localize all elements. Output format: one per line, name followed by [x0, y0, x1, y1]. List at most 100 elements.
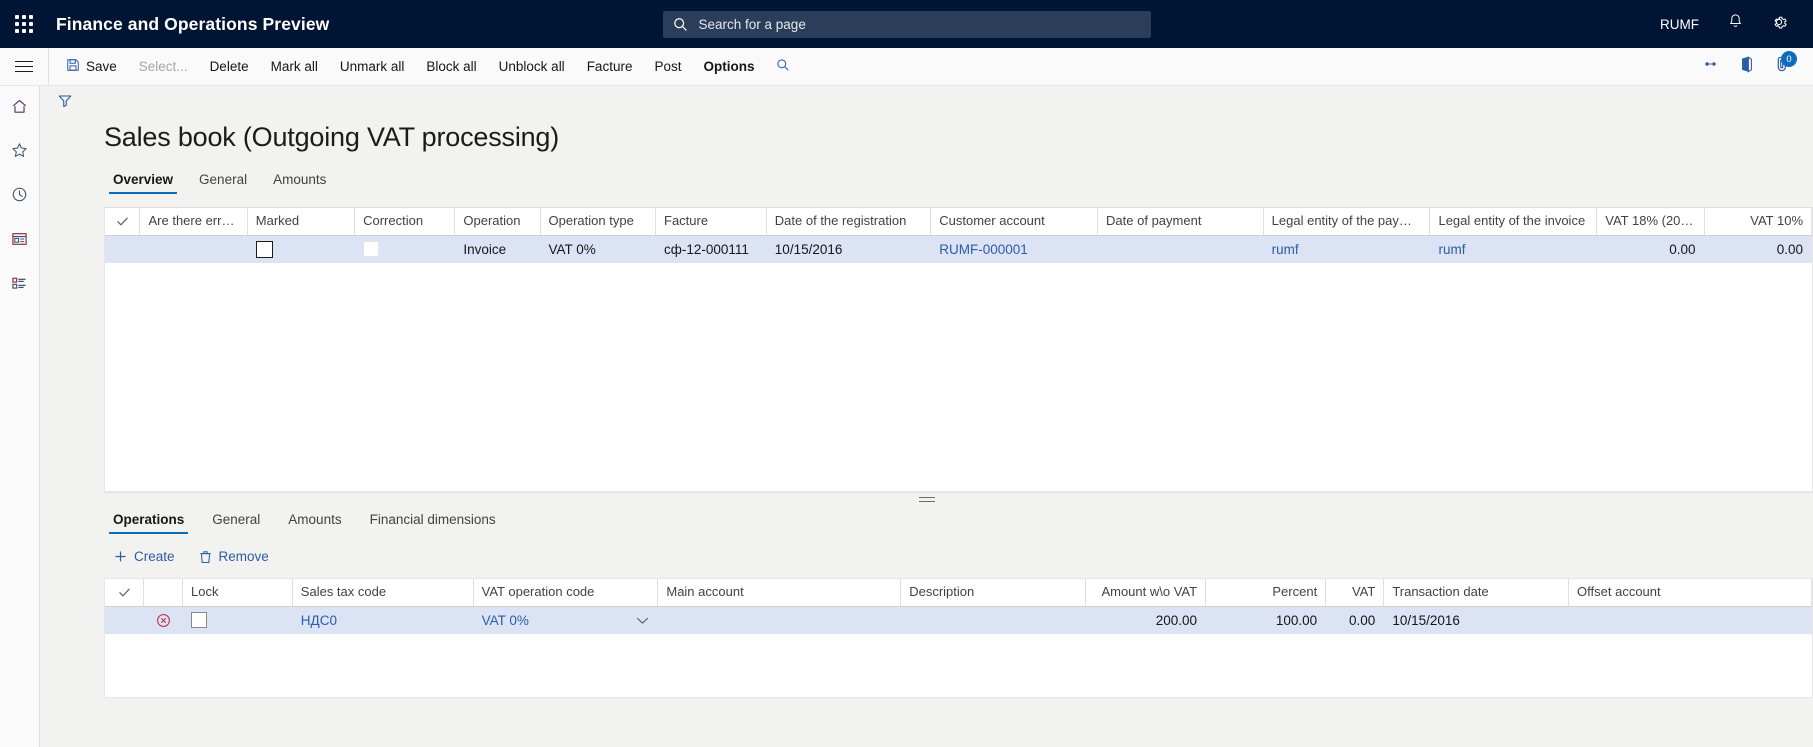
- cell-vat[interactable]: 0.00: [1325, 606, 1385, 634]
- cell-transaction-date[interactable]: 10/15/2016: [1383, 606, 1570, 634]
- cell-facture[interactable]: сф-12-000111: [655, 235, 767, 263]
- unblock-all-button[interactable]: Unblock all: [488, 48, 576, 85]
- column-header[interactable]: Percent: [1205, 579, 1327, 607]
- cell-vat-18[interactable]: 0.00: [1596, 235, 1705, 263]
- detail-tab-financial-dimensions[interactable]: Financial dimensions: [361, 508, 505, 534]
- action-pane-right-group: 0: [1693, 48, 1813, 85]
- splitter-handle-icon: [918, 496, 935, 502]
- chevron-down-icon[interactable]: [636, 613, 649, 628]
- filter-button[interactable]: [52, 90, 78, 116]
- column-header[interactable]: Description: [900, 579, 1086, 607]
- column-header[interactable]: VAT 10%: [1704, 208, 1812, 236]
- company-selector[interactable]: RUMF: [1648, 11, 1711, 38]
- toolbar-buttons: Save Select... Delete Mark all Unmark al…: [49, 48, 801, 85]
- checkbox[interactable]: [255, 240, 273, 258]
- error-circle-icon[interactable]: [152, 613, 174, 628]
- select-all-header[interactable]: [105, 208, 141, 236]
- cell-operation-type[interactable]: VAT 0%: [540, 235, 657, 263]
- column-header[interactable]: Lock: [182, 579, 293, 607]
- tab-amounts[interactable]: Amounts: [264, 168, 335, 194]
- tab-overview[interactable]: Overview: [104, 168, 182, 194]
- cell-sales-tax-code[interactable]: НДС0: [292, 606, 474, 634]
- cell-are-there-errors[interactable]: [139, 235, 248, 263]
- column-header[interactable]: Operation: [454, 208, 541, 236]
- column-header[interactable]: Legal entity of the payment: [1263, 208, 1431, 236]
- cell-date-of-payment[interactable]: [1097, 235, 1264, 263]
- block-all-button[interactable]: Block all: [415, 48, 487, 85]
- column-header[interactable]: Main account: [657, 579, 902, 607]
- cell-amount-wo-vat[interactable]: 200.00: [1085, 606, 1207, 634]
- office-app-icon: [1738, 55, 1755, 78]
- options-button[interactable]: Options: [692, 48, 765, 85]
- detail-tab-operations[interactable]: Operations: [104, 508, 193, 534]
- column-header[interactable]: Legal entity of the invoice: [1429, 208, 1598, 236]
- column-header[interactable]: Amount w\o VAT: [1085, 579, 1207, 607]
- column-header[interactable]: [143, 579, 183, 607]
- sidebar-item-favorites[interactable]: [5, 138, 35, 168]
- cell-operation[interactable]: Invoice: [454, 235, 541, 263]
- attachments-button[interactable]: 0: [1765, 48, 1799, 85]
- cell-description[interactable]: [900, 606, 1086, 634]
- sidebar-item-workspaces[interactable]: [5, 226, 35, 256]
- search-input[interactable]: [696, 15, 1141, 33]
- table-row[interactable]: Invoice VAT 0% сф-12-000111 10/15/2016 RUMF-…: [105, 235, 1812, 263]
- app-launcher-button[interactable]: [0, 0, 48, 48]
- remove-button[interactable]: Remove: [189, 545, 279, 568]
- share-button[interactable]: [1693, 48, 1727, 85]
- mark-all-button[interactable]: Mark all: [260, 48, 329, 85]
- delete-button[interactable]: Delete: [199, 48, 260, 85]
- post-button[interactable]: Post: [643, 48, 692, 85]
- cell-legal-entity-of-the-payment[interactable]: rumf: [1263, 235, 1431, 263]
- toolbar-search-button[interactable]: [765, 48, 801, 85]
- tab-general[interactable]: General: [190, 168, 256, 194]
- cell-marked[interactable]: [247, 235, 356, 263]
- global-search[interactable]: [662, 10, 1151, 38]
- column-header[interactable]: Are there errors?: [139, 208, 248, 236]
- app-title: Finance and Operations Preview: [56, 13, 330, 34]
- row-select-cell[interactable]: [105, 235, 141, 263]
- column-header[interactable]: VAT 18% (20%): [1596, 208, 1705, 236]
- column-header[interactable]: Marked: [247, 208, 356, 236]
- checkbox[interactable]: [363, 241, 380, 258]
- cell-percent[interactable]: 100.00: [1205, 606, 1327, 634]
- column-header[interactable]: Date of the registration: [766, 208, 932, 236]
- nav-menu-toggle[interactable]: [0, 48, 48, 85]
- checkbox[interactable]: [191, 612, 207, 629]
- cell-vat-10[interactable]: 0.00: [1704, 235, 1812, 263]
- save-button[interactable]: Save: [55, 48, 128, 85]
- sidebar-item-modules[interactable]: [5, 270, 35, 300]
- column-header[interactable]: Correction: [354, 208, 456, 236]
- column-header[interactable]: Facture: [655, 208, 767, 236]
- select-all-header[interactable]: [105, 579, 145, 607]
- unmark-all-button[interactable]: Unmark all: [329, 48, 416, 85]
- detail-tab-general[interactable]: General: [203, 508, 269, 534]
- table-row[interactable]: НДС0 VAT 0% 200.00 100.00 0.00 10/15/2016: [105, 606, 1812, 634]
- grid-splitter[interactable]: [40, 492, 1813, 506]
- cell-date-of-the-registration[interactable]: 10/15/2016: [766, 235, 932, 263]
- create-button[interactable]: Create: [104, 545, 185, 568]
- sidebar-item-recent[interactable]: [5, 182, 35, 212]
- cell-row-error[interactable]: [143, 606, 183, 634]
- open-in-office-button[interactable]: [1729, 48, 1763, 85]
- cell-correction[interactable]: [354, 235, 456, 263]
- settings-button[interactable]: [1759, 4, 1799, 44]
- cell-vat-operation-code[interactable]: VAT 0%: [473, 606, 659, 634]
- sidebar-item-home[interactable]: [5, 94, 35, 124]
- column-header[interactable]: VAT operation code: [473, 579, 659, 607]
- column-header[interactable]: Transaction date: [1383, 579, 1570, 607]
- facture-button[interactable]: Facture: [576, 48, 644, 85]
- detail-tab-amounts[interactable]: Amounts: [279, 508, 350, 534]
- cell-main-account[interactable]: [657, 606, 902, 634]
- column-header[interactable]: Customer account: [930, 208, 1099, 236]
- column-header[interactable]: Sales tax code: [292, 579, 474, 607]
- column-header[interactable]: VAT: [1325, 579, 1385, 607]
- cell-legal-entity-of-the-invoice[interactable]: rumf: [1429, 235, 1598, 263]
- cell-customer-account[interactable]: RUMF-000001: [930, 235, 1099, 263]
- column-header[interactable]: Offset account: [1568, 579, 1812, 607]
- cell-offset-account[interactable]: [1568, 606, 1812, 634]
- notifications-button[interactable]: [1715, 4, 1755, 44]
- column-header[interactable]: Date of payment: [1097, 208, 1264, 236]
- column-header[interactable]: Operation type: [540, 208, 657, 236]
- cell-lock[interactable]: [182, 606, 293, 634]
- row-select-cell[interactable]: [105, 606, 145, 634]
